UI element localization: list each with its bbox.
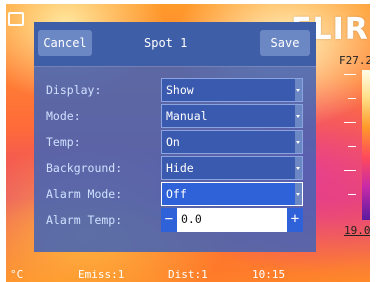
thermal-screen: FLIR F27.2 19.0 °C Emiss:1 Dist:1 10:15 … [6,4,370,282]
alarm-temp-stepper: − 0.0 + [161,208,303,232]
mode-label: Mode: [46,109,81,123]
alarm-mode-dropdown[interactable]: Off [161,182,303,206]
emissivity-readout: Emiss:1 [78,268,125,281]
mode-value: Manual [166,109,208,123]
alarm-mode-value: Off [166,187,187,201]
alarm-mode-row: Alarm Mode: Off [34,182,316,206]
scale-ticks [344,74,360,220]
clock: 10:15 [252,268,286,281]
battery-icon [8,12,24,26]
dialog-title: Spot 1 [144,36,188,50]
alarm-temp-value: 0.0 [181,212,202,226]
background-label: Background: [46,161,123,175]
chevron-down-icon [295,131,302,153]
alarm-temp-label: Alarm Temp: [46,213,123,227]
alarm-temp-row: Alarm Temp: − 0.0 + [34,208,316,232]
chevron-down-icon [295,105,302,127]
display-dropdown[interactable]: Show [161,78,303,102]
display-row: Display: Show [34,78,316,102]
background-dropdown[interactable]: Hide [161,156,303,180]
display-label: Display: [46,83,102,97]
dialog-header: Cancel Spot 1 Save [34,22,316,66]
mode-dropdown[interactable]: Manual [161,104,303,128]
temp-dropdown[interactable]: On [161,130,303,154]
background-row: Background: Hide [34,156,316,180]
spot-settings-dialog: Cancel Spot 1 Save Display: Show Mode: M… [34,22,316,252]
temp-label: Temp: [46,135,81,149]
save-button[interactable]: Save [260,30,310,56]
decrement-button[interactable]: − [161,208,177,232]
display-value: Show [166,83,194,97]
increment-button[interactable]: + [287,208,303,232]
chevron-down-icon [295,157,302,179]
chevron-down-icon [295,79,302,101]
distance-readout: Dist:1 [168,268,208,281]
chevron-down-icon [295,183,302,205]
alarm-temp-field[interactable]: 0.0 [177,208,287,232]
scale-high-temp: F27.2 [339,54,370,67]
temp-unit: °C [10,268,24,281]
temp-row: Temp: On [34,130,316,154]
mode-row: Mode: Manual [34,104,316,128]
scale-low-temp: 19.0 [344,224,370,237]
status-bar: °C Emiss:1 Dist:1 10:15 [6,266,370,282]
cancel-button[interactable]: Cancel [38,30,92,56]
alarm-mode-label: Alarm Mode: [46,187,123,201]
color-scale-bar [362,70,370,220]
background-value: Hide [166,161,194,175]
temp-value: On [166,135,180,149]
